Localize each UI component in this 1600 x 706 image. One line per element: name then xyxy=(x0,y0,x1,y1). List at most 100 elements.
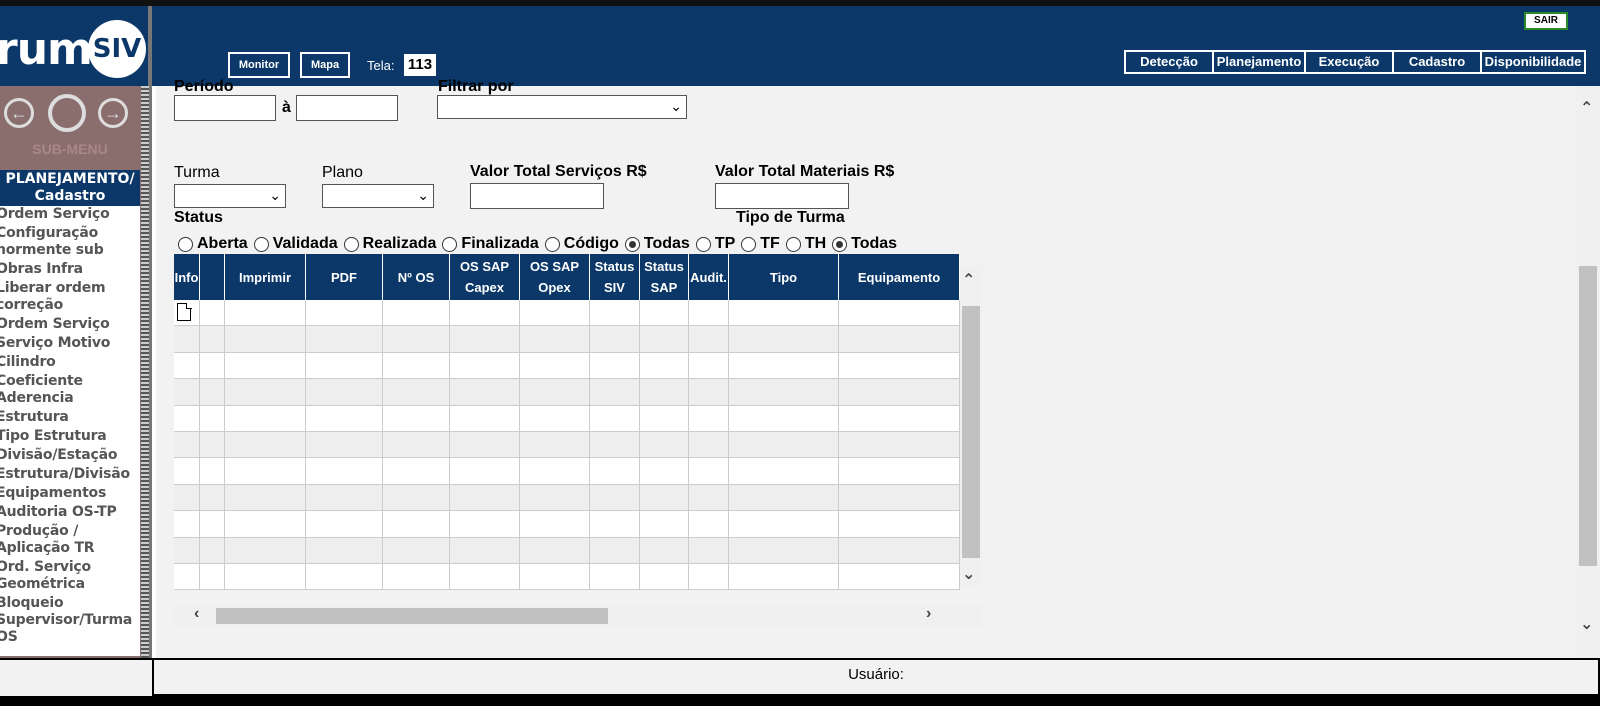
table-cell[interactable] xyxy=(450,379,520,406)
table-cell[interactable] xyxy=(689,379,729,406)
sidebar-item[interactable]: Aplicação TR xyxy=(0,540,140,557)
table-cell[interactable] xyxy=(225,379,306,406)
radio-validada[interactable] xyxy=(253,236,269,252)
sidebar-item[interactable]: Coeficiente xyxy=(0,373,140,390)
menu-deteccao[interactable]: Detecção xyxy=(1126,52,1214,72)
sidebar-item[interactable]: normente sub xyxy=(0,242,140,259)
table-cell[interactable] xyxy=(689,431,729,459)
table-cell[interactable] xyxy=(383,300,450,327)
table-cell[interactable] xyxy=(200,352,225,380)
table-cell[interactable] xyxy=(225,458,306,485)
table-cell[interactable] xyxy=(640,458,689,485)
chevron-left-icon[interactable]: ‹ xyxy=(194,605,199,623)
table-cell[interactable] xyxy=(839,537,960,564)
table-cell[interactable] xyxy=(450,300,520,327)
table-cell[interactable] xyxy=(689,300,729,327)
table-cell[interactable] xyxy=(729,511,839,538)
table-cell[interactable] xyxy=(640,379,689,406)
grid-column-header[interactable]: Nº OS xyxy=(383,254,450,300)
table-cell[interactable] xyxy=(839,352,960,380)
table-cell[interactable] xyxy=(306,511,383,538)
sidebar-item[interactable]: Bloqueio xyxy=(0,595,140,612)
table-cell[interactable] xyxy=(590,300,640,327)
table-cell[interactable] xyxy=(174,326,200,353)
grid-vscroll-thumb[interactable] xyxy=(962,306,980,558)
table-cell[interactable] xyxy=(225,352,306,380)
table-cell[interactable] xyxy=(383,405,450,432)
table-cell[interactable] xyxy=(640,431,689,459)
table-cell[interactable] xyxy=(520,537,590,564)
table-cell[interactable] xyxy=(729,458,839,485)
table-cell[interactable] xyxy=(225,300,306,327)
sidebar-item[interactable]: Produção / xyxy=(0,523,140,540)
table-cell[interactable] xyxy=(450,352,520,380)
table-cell[interactable] xyxy=(640,405,689,432)
sidebar-item[interactable]: Liberar ordem xyxy=(0,280,140,297)
table-cell[interactable] xyxy=(383,511,450,538)
table-cell[interactable] xyxy=(729,431,839,459)
table-cell[interactable] xyxy=(520,511,590,538)
table-cell[interactable] xyxy=(200,484,225,512)
table-cell[interactable] xyxy=(590,326,640,353)
sidebar-scroll-handle[interactable] xyxy=(141,86,149,658)
table-cell[interactable] xyxy=(520,484,590,512)
table-cell[interactable] xyxy=(306,300,383,327)
turma-select[interactable]: ⌄ xyxy=(174,184,286,208)
table-cell[interactable] xyxy=(200,537,225,564)
table-cell[interactable] xyxy=(306,458,383,485)
table-cell[interactable] xyxy=(200,405,225,432)
table-cell[interactable] xyxy=(306,326,383,353)
table-cell[interactable] xyxy=(383,537,450,564)
sidebar-item[interactable]: Configuração xyxy=(0,225,140,242)
table-cell[interactable] xyxy=(383,379,450,406)
menu-cadastro[interactable]: Cadastro xyxy=(1394,52,1482,72)
sidebar-item[interactable]: Auditoria OS-TP xyxy=(0,504,140,521)
table-cell[interactable] xyxy=(306,563,383,591)
sidebar-item[interactable]: Tipo Estrutura xyxy=(0,428,140,445)
table-cell[interactable] xyxy=(383,352,450,380)
table-cell[interactable] xyxy=(383,484,450,512)
table-cell[interactable] xyxy=(306,352,383,380)
radio-finalizada[interactable] xyxy=(442,236,458,252)
table-cell[interactable] xyxy=(225,484,306,512)
table-cell[interactable] xyxy=(200,511,225,538)
table-cell[interactable] xyxy=(225,431,306,459)
table-cell[interactable] xyxy=(729,352,839,380)
table-cell[interactable] xyxy=(590,484,640,512)
table-cell[interactable] xyxy=(450,326,520,353)
table-cell[interactable] xyxy=(640,511,689,538)
menu-planejamento[interactable]: Planejamento xyxy=(1214,52,1306,72)
table-cell[interactable] xyxy=(640,326,689,353)
table-cell[interactable] xyxy=(839,405,960,432)
monitor-button[interactable]: Monitor xyxy=(228,52,290,78)
table-cell[interactable] xyxy=(450,511,520,538)
table-cell[interactable] xyxy=(839,300,960,327)
sair-button[interactable]: SAIR xyxy=(1524,12,1568,30)
table-cell[interactable] xyxy=(306,431,383,459)
table-cell[interactable] xyxy=(520,458,590,485)
table-cell[interactable] xyxy=(174,431,200,459)
table-cell[interactable] xyxy=(729,300,839,327)
grid-column-header[interactable]: Status SAP xyxy=(640,254,689,300)
table-cell[interactable] xyxy=(450,405,520,432)
table-cell[interactable] xyxy=(450,431,520,459)
table-cell[interactable] xyxy=(200,458,225,485)
table-cell[interactable] xyxy=(590,431,640,459)
table-cell[interactable] xyxy=(640,352,689,380)
table-cell[interactable] xyxy=(225,405,306,432)
radio-aberta[interactable] xyxy=(178,236,193,252)
grid-horizontal-scrollbar[interactable]: ‹ › xyxy=(174,604,982,628)
materiais-input[interactable] xyxy=(715,183,849,209)
table-cell[interactable] xyxy=(839,511,960,538)
table-cell[interactable] xyxy=(640,537,689,564)
table-row[interactable] xyxy=(174,563,960,591)
radio-tipo-todas[interactable] xyxy=(832,236,848,252)
table-cell[interactable] xyxy=(640,484,689,512)
chevron-down-icon[interactable]: ⌄ xyxy=(1580,614,1593,634)
grid-hscroll-thumb[interactable] xyxy=(216,608,608,624)
sidebar-item[interactable]: Geométrica xyxy=(0,576,140,593)
grid-column-header[interactable]: Imprimir xyxy=(225,254,306,300)
sidebar-item[interactable]: Ordem Serviço xyxy=(0,206,140,223)
table-cell[interactable] xyxy=(689,405,729,432)
table-cell[interactable] xyxy=(225,563,306,591)
